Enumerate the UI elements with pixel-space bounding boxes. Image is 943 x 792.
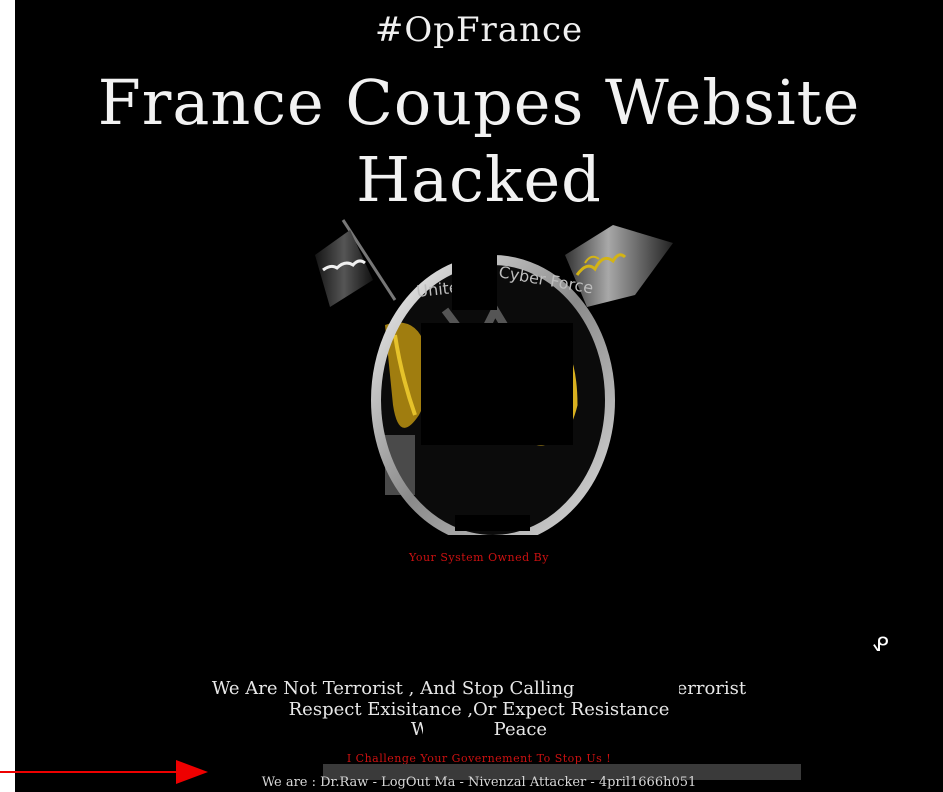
left-flag-icon xyxy=(315,219,397,307)
page-title: France Coupes Website Hacked xyxy=(15,64,943,218)
emblem-logo: United Cyber Force xyxy=(315,219,673,535)
redaction-block-top xyxy=(452,250,497,310)
redaction-block-center xyxy=(421,323,573,445)
page-title-line2: Hacked xyxy=(356,143,602,216)
message-line-2: Respect Exisitance ,Or Expect Resistance xyxy=(288,699,670,720)
red-arrow-icon xyxy=(0,760,208,784)
defacement-page: #OpFrance France Coupes Website Hacked U… xyxy=(15,0,943,792)
side-glyph: ᕵ xyxy=(872,632,889,656)
redaction-block-message-3 xyxy=(423,720,493,742)
redaction-block-message xyxy=(593,679,679,701)
page-title-line1: France Coupes Website xyxy=(97,66,861,139)
hashtag-heading: #OpFrance xyxy=(374,10,584,50)
message-line-1: We Are Not Terrorist , And Stop Calling … xyxy=(211,678,747,699)
redaction-block-bottom xyxy=(455,515,530,531)
owned-by-text: Your System Owned By xyxy=(409,551,549,564)
